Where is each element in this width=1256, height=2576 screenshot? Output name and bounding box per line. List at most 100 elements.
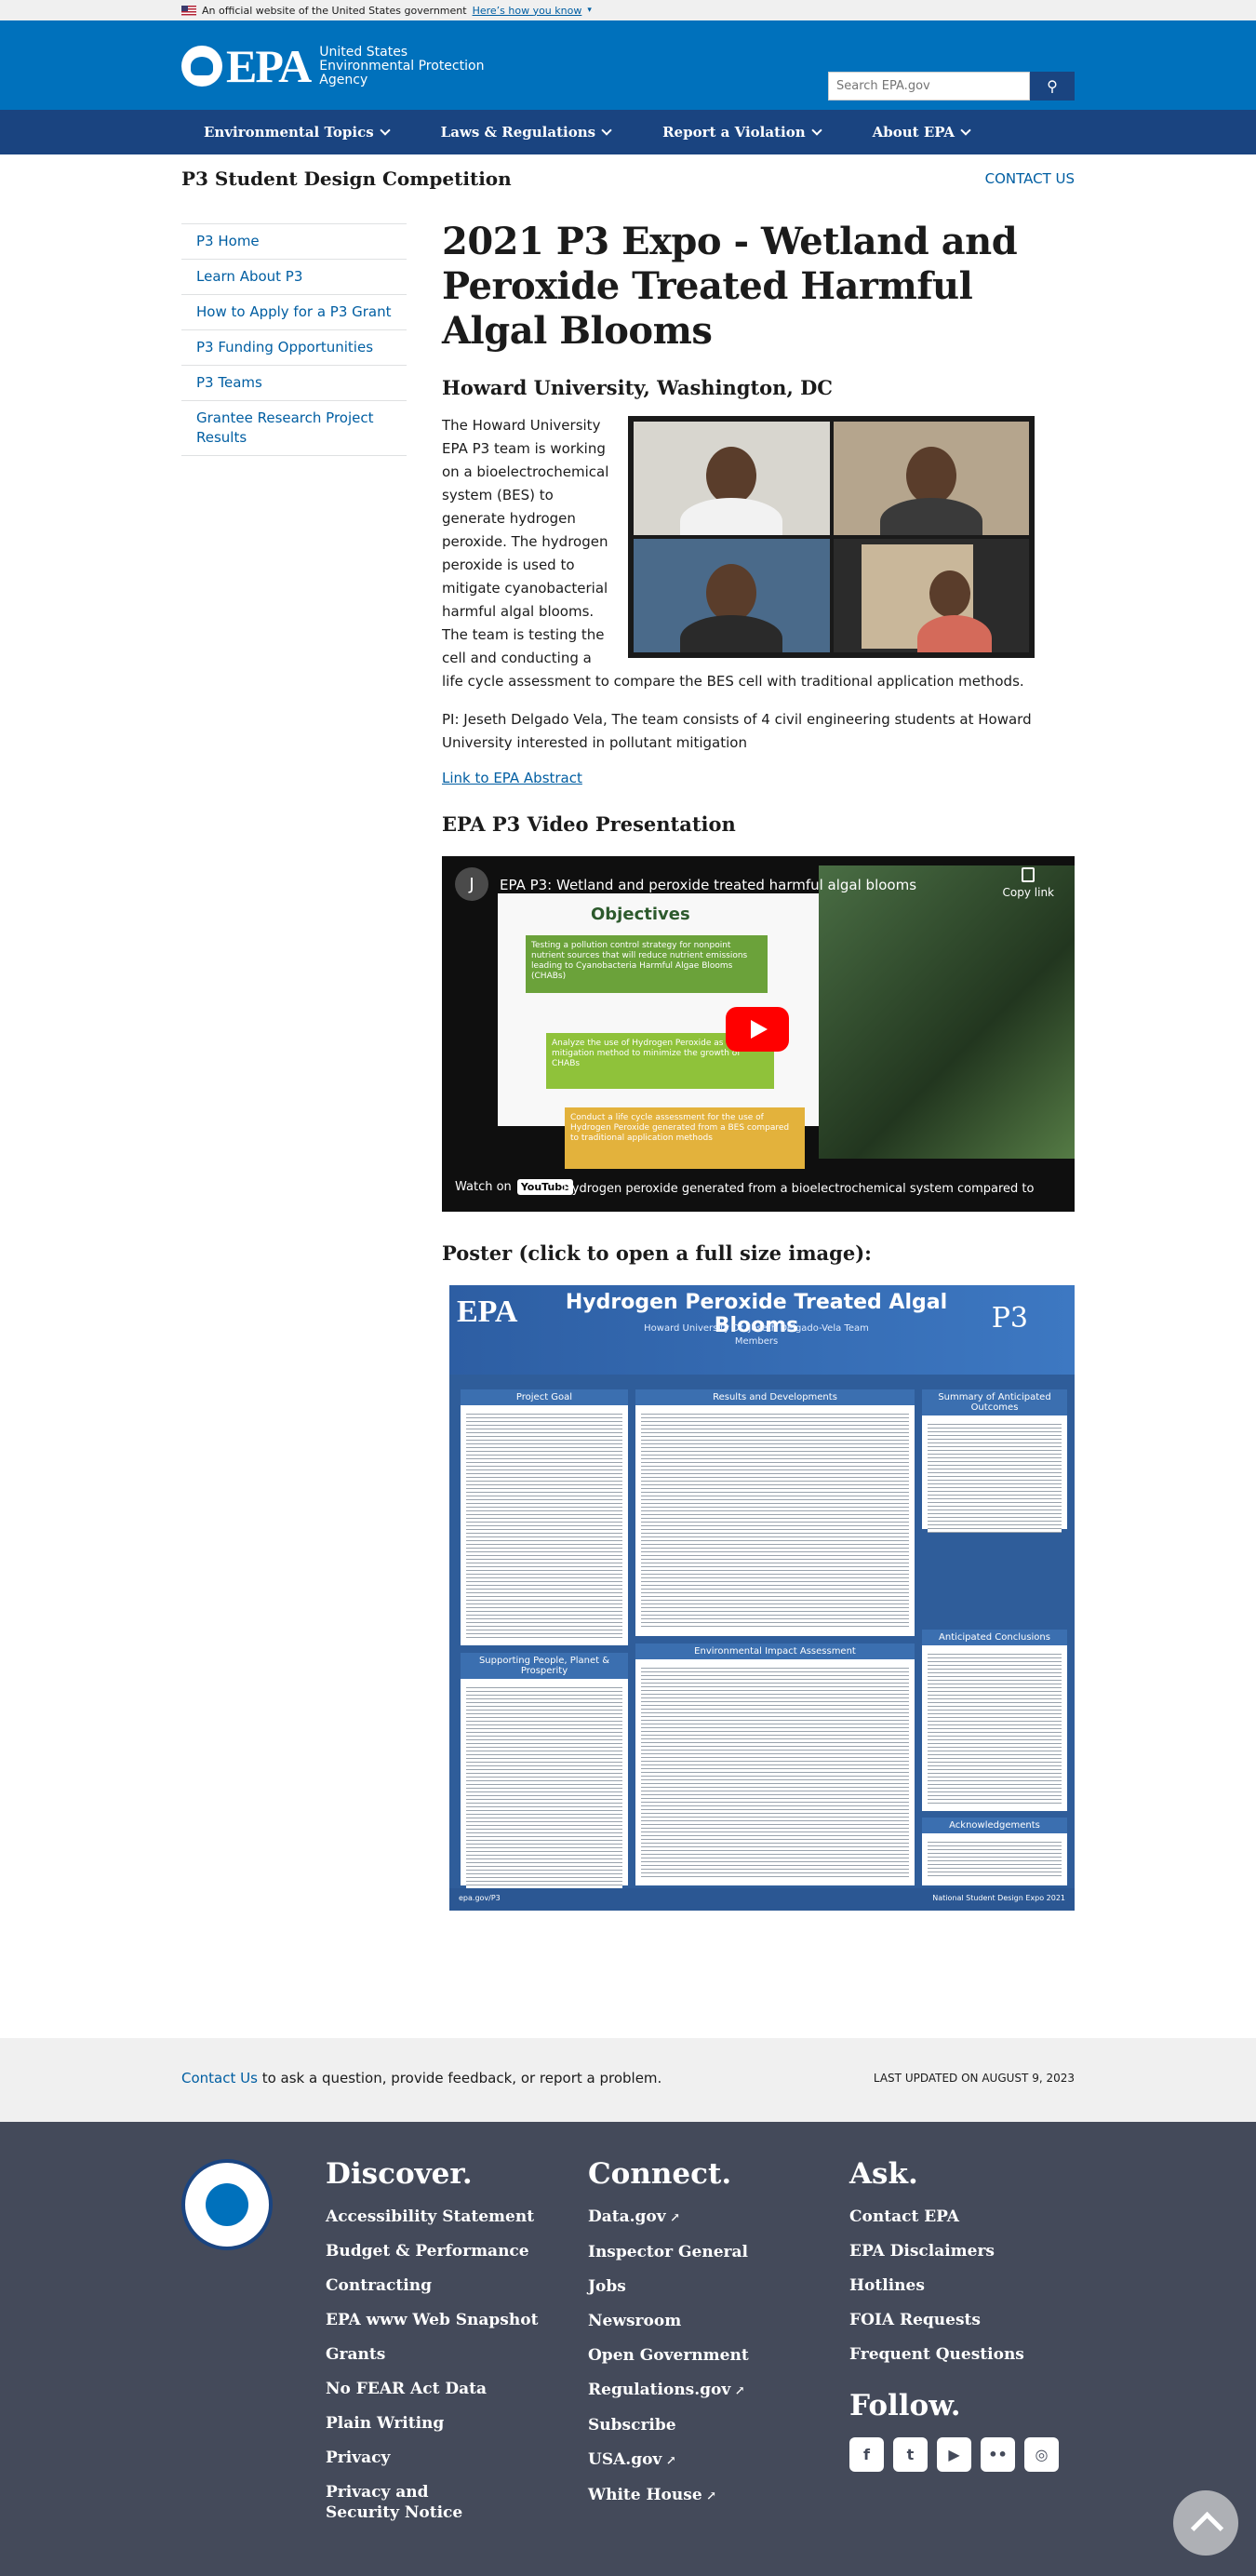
copy-link-button[interactable]: Copy link — [1003, 867, 1054, 899]
footer-link[interactable]: EPA Disclaimers — [849, 2234, 1024, 2269]
epa-logo[interactable]: EPA United States Environmental Protecti… — [181, 43, 487, 89]
site-title[interactable]: P3 Student Design Competition — [181, 168, 512, 190]
footer-link[interactable]: No FEAR Act Data — [326, 2372, 538, 2407]
nav-laws-regulations[interactable]: Laws & Regulations — [440, 124, 612, 141]
footer-link-label: White House — [588, 2486, 716, 2504]
poster-footer-right: National Student Design Expo 2021 — [932, 1894, 1065, 1902]
footer-link[interactable]: Subscribe — [588, 2408, 749, 2443]
back-to-top-button[interactable] — [1173, 2490, 1238, 2556]
sidebar-item-p3-teams[interactable]: P3 Teams — [181, 365, 407, 400]
nav-about-epa[interactable]: About EPA — [873, 124, 971, 141]
twitter-icon[interactable]: t — [893, 2437, 928, 2472]
poster-section-heading: Environmental Impact Assessment — [635, 1644, 915, 1659]
footer-link-label: USA.gov — [588, 2450, 676, 2469]
footer-link[interactable]: Newsroom — [588, 2304, 749, 2339]
footer-link[interactable]: FOIA Requests — [849, 2303, 1024, 2338]
poster-section: Project Goal — [461, 1389, 628, 1645]
sidebar-nav: P3 Home Learn About P3 How to Apply for … — [181, 223, 407, 456]
nav-label: Laws & Regulations — [440, 124, 596, 141]
channel-avatar[interactable]: J — [455, 867, 488, 901]
us-flag-icon — [181, 5, 196, 16]
algae-photo — [819, 865, 1075, 1159]
footer-link[interactable]: Plain Writing — [326, 2407, 538, 2441]
footer-link[interactable]: Grants — [326, 2338, 538, 2372]
flickr-icon[interactable]: •• — [981, 2437, 1015, 2472]
watch-on-label: Watch on — [455, 1180, 512, 1194]
nav-label: Environmental Topics — [204, 124, 374, 141]
footer-link[interactable]: Inspector General — [588, 2235, 749, 2270]
youtube-video-player[interactable]: Objectives Testing a pollution control s… — [442, 856, 1075, 1212]
poster-section: Summary of Anticipated Outcomes — [922, 1389, 1067, 1533]
page-header: P3 Student Design Competition CONTACT US — [181, 168, 1075, 190]
participant-tile — [634, 422, 830, 535]
footer-link[interactable]: EPA www Web Snapshot — [326, 2303, 538, 2338]
footer-link[interactable]: USA.gov — [588, 2443, 749, 2478]
poster-section-heading: Results and Developments — [635, 1389, 915, 1405]
footer-link[interactable]: Accessibility Statement — [326, 2200, 538, 2234]
footer-link[interactable]: Contracting — [326, 2269, 538, 2303]
footer-link[interactable]: Frequent Questions — [849, 2338, 1024, 2372]
site-header: EPA United States Environmental Protecti… — [0, 20, 1256, 110]
search-button[interactable]: ⚲ — [1030, 72, 1075, 101]
feedback-rest: to ask a question, provide feedback, or … — [257, 2070, 662, 2086]
intro-section: The Howard University EPA P3 team is wor… — [442, 414, 1075, 693]
poster-section-heading: Summary of Anticipated Outcomes — [922, 1389, 1067, 1415]
footer-link[interactable]: Regulations.gov — [588, 2373, 749, 2408]
footer-link[interactable]: Contact EPA — [849, 2200, 1024, 2234]
footer-link[interactable]: Open Government — [588, 2339, 749, 2373]
chevron-down-icon — [380, 125, 391, 136]
footer-link[interactable]: Hotlines — [849, 2269, 1024, 2303]
sidebar-item-how-to-apply[interactable]: How to Apply for a P3 Grant — [181, 294, 407, 329]
connect-heading: Connect. — [588, 2157, 732, 2191]
footer-link[interactable]: Privacy and Security Notice — [326, 2482, 502, 2523]
poster-section: Supporting People, Planet & Prosperity — [461, 1653, 628, 1889]
poster-epa-logo: EPA — [457, 1295, 518, 1329]
poster-image[interactable]: EPA Hydrogen Peroxide Treated Algal Bloo… — [449, 1285, 1075, 1911]
chevron-down-icon — [960, 125, 971, 136]
epa-abstract-link[interactable]: Link to EPA Abstract — [442, 770, 1075, 786]
search-input[interactable] — [828, 72, 1030, 101]
site-footer: Discover. Accessibility Statement Budget… — [0, 2122, 1256, 2576]
footer-link[interactable]: Data.gov — [588, 2200, 749, 2235]
contact-us-link[interactable]: CONTACT US — [985, 170, 1075, 187]
participant-tile — [833, 539, 1029, 652]
footer-link[interactable]: White House — [588, 2478, 749, 2514]
nav-environmental-topics[interactable]: Environmental Topics — [204, 124, 391, 141]
follow-heading: Follow. — [849, 2389, 961, 2422]
poster-footer-left: epa.gov/P3 — [459, 1894, 501, 1902]
main-content: 2021 P3 Expo - Wetland and Peroxide Trea… — [442, 214, 1075, 1911]
facebook-icon[interactable]: f — [849, 2437, 884, 2472]
pi-text: PI: Jeseth Delgado Vela, The team consis… — [442, 711, 1032, 751]
sidebar-item-learn-about-p3[interactable]: Learn About P3 — [181, 259, 407, 294]
footer-link[interactable]: Budget & Performance — [326, 2234, 538, 2269]
poster-section: Acknowledgements — [922, 1818, 1067, 1885]
search-icon: ⚲ — [1047, 78, 1058, 95]
footer-follow: Follow. f t ▶ •• ◎ — [849, 2389, 1059, 2472]
ask-heading: Ask. — [849, 2157, 918, 2191]
poster-section: Environmental Impact Assessment — [635, 1644, 915, 1885]
epa-seal-icon — [181, 2159, 273, 2250]
footer-link[interactable]: Jobs — [588, 2270, 749, 2304]
logo-wordmark: EPA — [226, 40, 312, 92]
sidebar-item-grantee-results[interactable]: Grantee Research Project Results — [181, 400, 407, 456]
chevron-down-icon: ▾ — [587, 6, 592, 15]
instagram-icon[interactable]: ◎ — [1024, 2437, 1059, 2472]
nav-report-violation[interactable]: Report a Violation — [662, 124, 822, 141]
sidebar-item-funding[interactable]: P3 Funding Opportunities — [181, 329, 407, 365]
nav-label: Report a Violation — [662, 124, 806, 141]
copy-link-label: Copy link — [1002, 886, 1054, 899]
footer-link[interactable]: Privacy — [326, 2441, 538, 2475]
poster-footer: epa.gov/P3 National Student Design Expo 2… — [449, 1888, 1075, 1911]
play-button[interactable] — [726, 1007, 789, 1052]
watch-on-youtube[interactable]: Watch on YouTube — [455, 1179, 573, 1195]
video-title[interactable]: EPA P3: Wetland and peroxide treated har… — [500, 877, 916, 893]
logo-agency-name: United States Environmental Protection A… — [319, 44, 485, 87]
feedback-bar: Contact Us to ask a question, provide fe… — [0, 2038, 1256, 2122]
contact-us-footer-link[interactable]: Contact Us — [181, 2070, 258, 2086]
heres-how-you-know-link[interactable]: Here’s how you know — [473, 5, 582, 17]
poster-section: Anticipated Conclusions — [922, 1630, 1067, 1811]
poster-section-heading: Project Goal — [461, 1389, 628, 1405]
copy-icon — [1022, 867, 1036, 882]
sidebar-item-p3-home[interactable]: P3 Home — [181, 223, 407, 259]
youtube-icon[interactable]: ▶ — [937, 2437, 971, 2472]
